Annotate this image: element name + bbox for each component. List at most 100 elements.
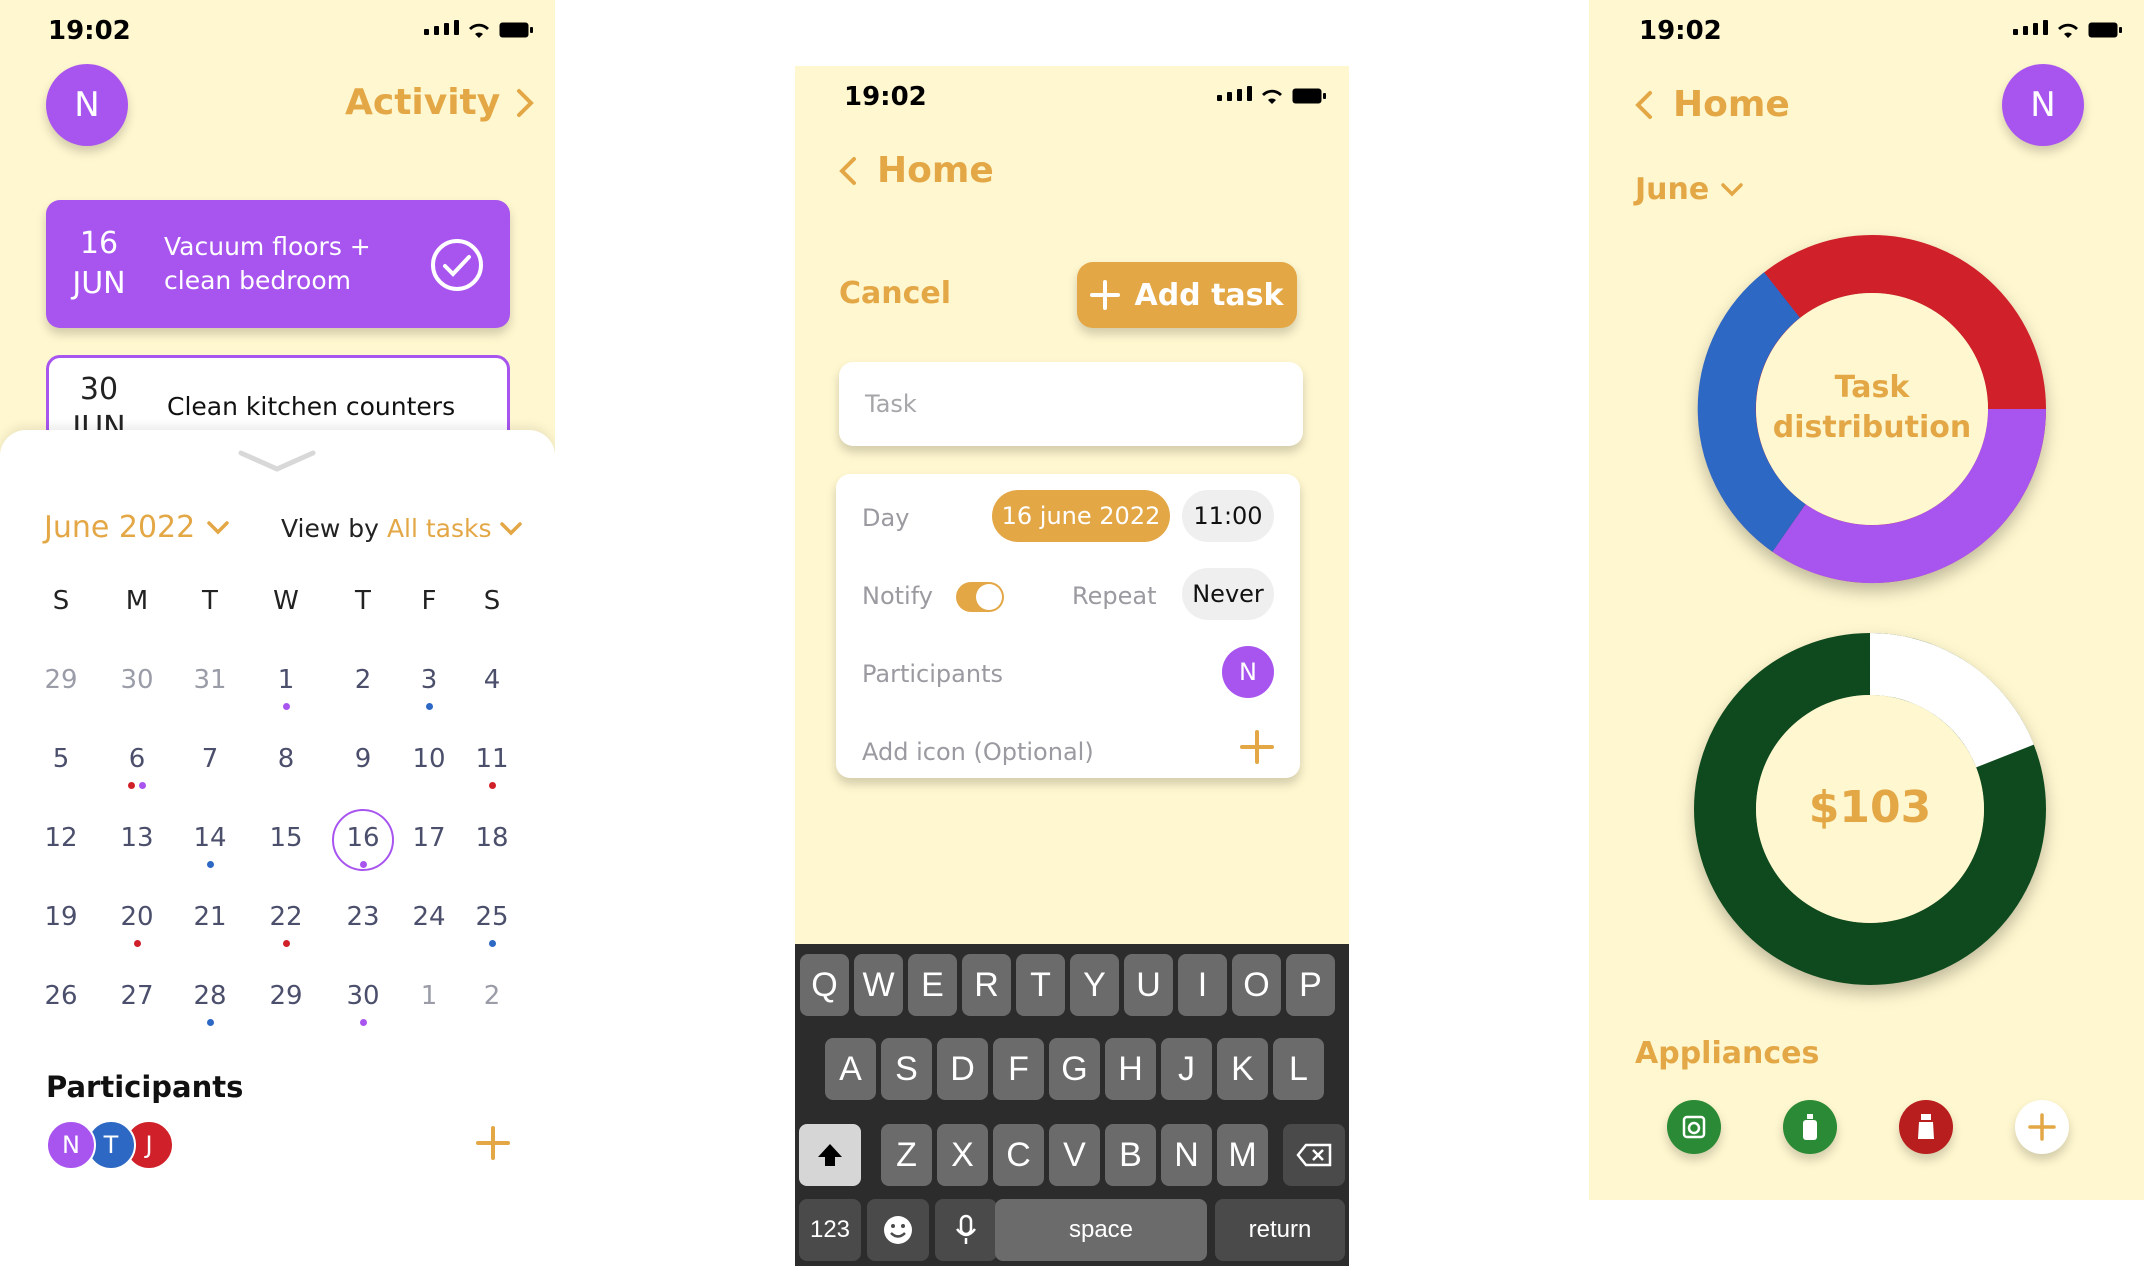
avatar[interactable]: N (46, 64, 128, 146)
month-selector[interactable]: June (1635, 172, 1743, 207)
key-b[interactable]: B (1105, 1124, 1156, 1186)
task-dot (425, 703, 433, 710)
key-x[interactable]: X (937, 1124, 988, 1186)
calendar-day[interactable]: 13 (101, 823, 173, 853)
avatar[interactable]: N (2002, 64, 2084, 146)
delete-key[interactable] (1283, 1124, 1345, 1186)
calendar-day[interactable]: 22 (250, 902, 322, 932)
view-by-filter[interactable]: View by All tasks (281, 514, 522, 543)
cancel-button[interactable]: Cancel (839, 276, 951, 311)
calendar-day[interactable]: 29 (250, 981, 322, 1011)
key-o[interactable]: O (1232, 954, 1281, 1016)
calendar-day[interactable]: 27 (101, 981, 173, 1011)
calendar-day[interactable]: 11 (456, 744, 528, 774)
chevron-down-icon (1721, 182, 1743, 196)
calendar-day[interactable]: 1 (250, 665, 322, 695)
add-appliance-button[interactable] (2015, 1100, 2069, 1154)
key-a[interactable]: A (825, 1038, 876, 1100)
month-selector[interactable]: June 2022 (44, 510, 229, 545)
spray-icon[interactable] (1899, 1100, 1953, 1154)
calendar-day[interactable]: 19 (25, 902, 97, 932)
calendar-day[interactable]: 15 (250, 823, 322, 853)
key-m[interactable]: M (1217, 1124, 1268, 1186)
calendar-day[interactable]: 12 (25, 823, 97, 853)
microphone-key[interactable] (935, 1199, 997, 1261)
activity-link[interactable]: Activity (345, 82, 535, 123)
calendar-day[interactable]: 30 (327, 981, 399, 1011)
calendar-day[interactable]: 2 (327, 665, 399, 695)
avatar[interactable]: N (46, 1120, 96, 1170)
key-q[interactable]: Q (800, 954, 849, 1016)
emoji-key[interactable] (867, 1199, 929, 1261)
key-y[interactable]: Y (1070, 954, 1119, 1016)
space-key[interactable]: space (995, 1199, 1207, 1261)
shift-key[interactable] (799, 1124, 861, 1186)
key-c[interactable]: C (993, 1124, 1044, 1186)
calendar-day[interactable]: 6 (101, 744, 173, 774)
key-e[interactable]: E (908, 954, 957, 1016)
key-v[interactable]: V (1049, 1124, 1100, 1186)
key-h[interactable]: H (1105, 1038, 1156, 1100)
key-g[interactable]: G (1049, 1038, 1100, 1100)
check-circle-icon[interactable] (430, 238, 484, 292)
notify-toggle[interactable] (956, 582, 1004, 612)
calendar-day[interactable]: 24 (393, 902, 465, 932)
day-label: Day (862, 504, 910, 532)
calendar-day[interactable]: 25 (456, 902, 528, 932)
calendar-day[interactable]: 10 (393, 744, 465, 774)
date-picker[interactable]: 16 june 2022 (992, 490, 1170, 542)
calendar-day[interactable]: 20 (101, 902, 173, 932)
calendar-day[interactable]: 17 (393, 823, 465, 853)
key-n[interactable]: N (1161, 1124, 1212, 1186)
key-t[interactable]: T (1016, 954, 1065, 1016)
key-i[interactable]: I (1178, 954, 1227, 1016)
washer-icon[interactable] (1667, 1100, 1721, 1154)
key-p[interactable]: P (1286, 954, 1335, 1016)
task-card[interactable]: 16 JUN Vacuum floors + clean bedroom (46, 200, 510, 328)
calendar-day[interactable]: 4 (456, 665, 528, 695)
back-button[interactable]: Home (1635, 84, 1790, 125)
time-picker[interactable]: 11:00 (1182, 490, 1274, 542)
calendar-day[interactable]: 29 (25, 665, 97, 695)
calendar-day[interactable]: 28 (174, 981, 246, 1011)
key-f[interactable]: F (993, 1038, 1044, 1100)
distribution-title: distribution (1772, 410, 1972, 445)
add-task-button[interactable]: Add task (1077, 262, 1297, 328)
key-w[interactable]: W (854, 954, 903, 1016)
calendar-day[interactable]: 7 (174, 744, 246, 774)
task-dot (488, 782, 496, 789)
calendar-day[interactable]: 26 (25, 981, 97, 1011)
calendar-day[interactable]: 8 (250, 744, 322, 774)
calendar-day[interactable]: 3 (393, 665, 465, 695)
calendar-day[interactable]: 9 (327, 744, 399, 774)
calendar-day[interactable]: 18 (456, 823, 528, 853)
signal-icon (424, 20, 460, 39)
key-u[interactable]: U (1124, 954, 1173, 1016)
return-key[interactable]: return (1215, 1199, 1345, 1261)
calendar-day[interactable]: 5 (25, 744, 97, 774)
key-l[interactable]: L (1273, 1038, 1324, 1100)
signal-icon (1217, 86, 1253, 105)
key-s[interactable]: S (881, 1038, 932, 1100)
back-button[interactable]: Home (839, 150, 994, 191)
key-d[interactable]: D (937, 1038, 988, 1100)
task-input[interactable]: Task (839, 362, 1303, 446)
add-icon-button[interactable] (1240, 730, 1274, 764)
calendar-day[interactable]: 1 (393, 981, 465, 1011)
calendar-day[interactable]: 2 (456, 981, 528, 1011)
bottle-icon[interactable] (1783, 1100, 1837, 1154)
repeat-picker[interactable]: Never (1182, 568, 1274, 620)
key-j[interactable]: J (1161, 1038, 1212, 1100)
numbers-key[interactable]: 123 (799, 1199, 861, 1261)
chevron-down-icon[interactable] (238, 450, 316, 472)
calendar-day[interactable]: 14 (174, 823, 246, 853)
key-z[interactable]: Z (881, 1124, 932, 1186)
add-participant-icon[interactable] (476, 1126, 510, 1160)
calendar-day[interactable]: 23 (327, 902, 399, 932)
key-k[interactable]: K (1217, 1038, 1268, 1100)
calendar-day[interactable]: 30 (101, 665, 173, 695)
key-r[interactable]: R (962, 954, 1011, 1016)
calendar-day[interactable]: 31 (174, 665, 246, 695)
avatar[interactable]: N (1222, 646, 1274, 698)
calendar-day[interactable]: 21 (174, 902, 246, 932)
